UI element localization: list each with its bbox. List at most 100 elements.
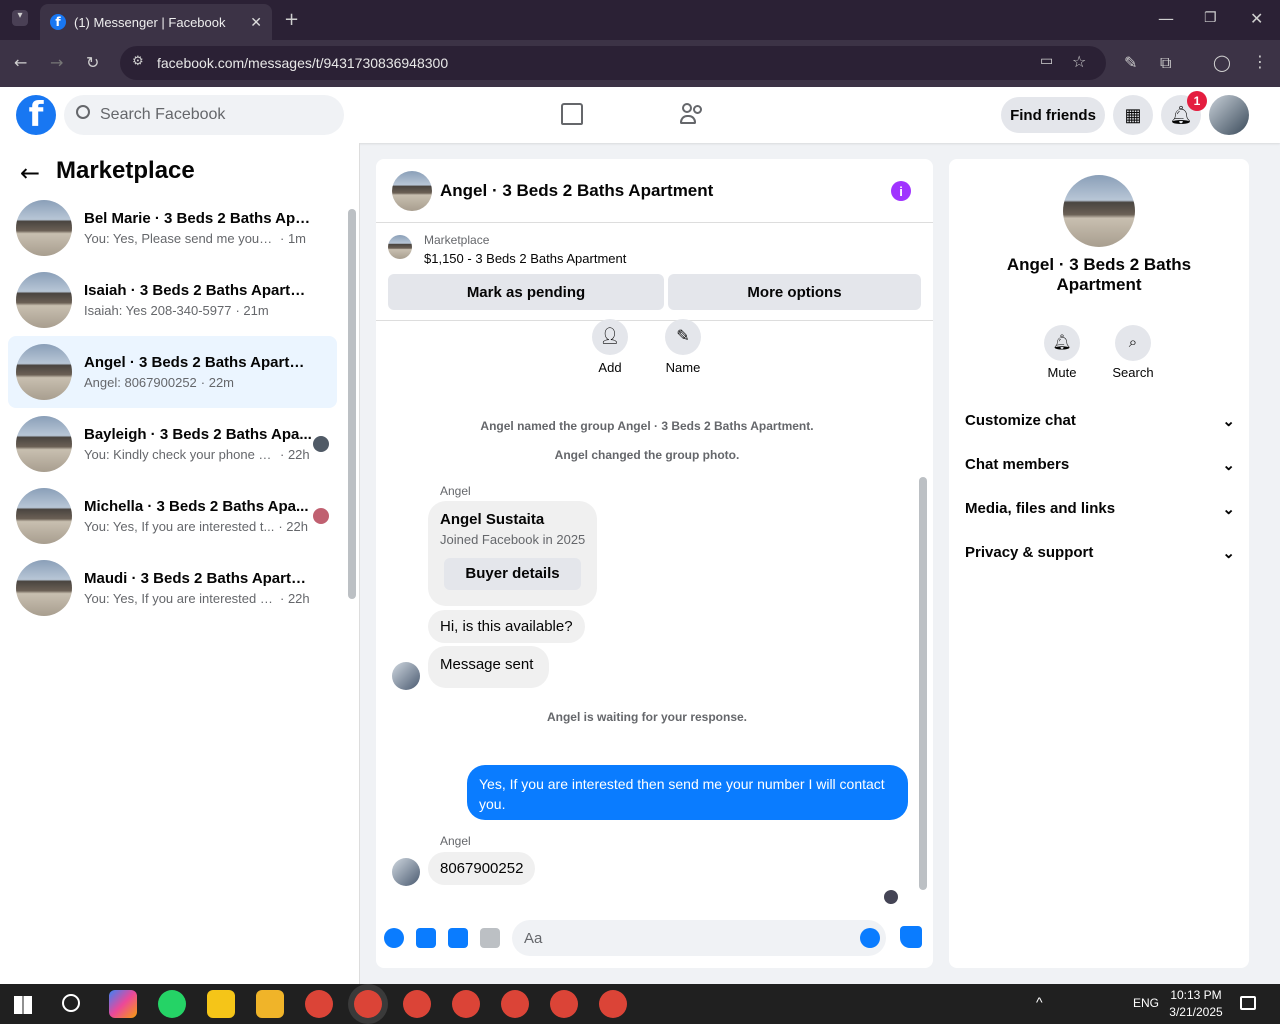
tray-chevron-icon[interactable]: ^ bbox=[1036, 994, 1043, 1010]
privacy-support-section[interactable]: Privacy & support ⌄ bbox=[965, 544, 1235, 562]
chrome-icon[interactable] bbox=[305, 990, 333, 1018]
chat-info-panel: Angel · 3 Beds 2 Baths Apartment 🔔︎ Mute… bbox=[949, 159, 1249, 968]
new-tab-icon[interactable]: + bbox=[284, 9, 299, 30]
sticky-notes-icon[interactable] bbox=[207, 990, 235, 1018]
composer: Aa bbox=[376, 918, 933, 968]
find-friends-button[interactable]: Find friends bbox=[1001, 97, 1105, 133]
pen-icon[interactable]: ✎ bbox=[1124, 53, 1137, 72]
conversation-item[interactable]: Michella · 3 Beds 2 Baths Apa... You: Ye… bbox=[8, 480, 337, 552]
listing-title[interactable]: $1,150 - 3 Beds 2 Baths Apartment bbox=[424, 251, 626, 266]
conversation-name: Michella · 3 Beds 2 Baths Apa... bbox=[84, 498, 309, 515]
emoji-icon[interactable] bbox=[860, 928, 880, 948]
info-title: Angel · 3 Beds 2 Baths Apartment bbox=[1006, 255, 1192, 294]
chrome-icon[interactable] bbox=[354, 990, 382, 1018]
conversation-item[interactable]: Maudi · 3 Beds 2 Baths Apartment You: Ye… bbox=[8, 552, 337, 624]
tab-title: (1) Messenger | Facebook bbox=[74, 14, 226, 30]
notification-badge: 1 bbox=[1187, 91, 1207, 111]
url-text: facebook.com/messages/t/9431730836948300 bbox=[157, 55, 449, 71]
buyer-details-button[interactable]: Buyer details bbox=[444, 558, 581, 590]
chat-members-section[interactable]: Chat members ⌄ bbox=[965, 456, 1235, 474]
window-close-icon[interactable]: ✕ bbox=[1250, 9, 1263, 28]
buyer-name: Angel Sustaita bbox=[440, 511, 545, 528]
account-avatar[interactable] bbox=[1209, 95, 1249, 135]
listing-thumbnail bbox=[16, 272, 72, 328]
site-info-icon[interactable]: ⚙ bbox=[132, 54, 144, 69]
listing-thumbnail bbox=[16, 344, 72, 400]
chrome-icon[interactable] bbox=[501, 990, 529, 1018]
rename-button[interactable]: ✎ bbox=[665, 319, 701, 355]
notification-center-icon[interactable] bbox=[1240, 996, 1256, 1010]
my-message-bubble[interactable]: Yes, If you are interested then send me … bbox=[467, 765, 908, 820]
install-icon[interactable]: ▭ bbox=[1040, 53, 1053, 69]
taskbar-search-icon[interactable] bbox=[62, 994, 80, 1012]
message-bubble[interactable]: 8067900252 bbox=[428, 852, 536, 885]
conversation-name: Isaiah · 3 Beds 2 Baths Apartment bbox=[84, 282, 314, 299]
search-input[interactable]: Search Facebook bbox=[64, 95, 344, 135]
listing-thumbnail bbox=[16, 416, 72, 472]
chrome-icon[interactable] bbox=[599, 990, 627, 1018]
listing-thumbnail bbox=[16, 488, 72, 544]
message-input[interactable]: Aa bbox=[512, 920, 886, 956]
url-field[interactable]: ⚙ facebook.com/messages/t/94317308369483… bbox=[120, 46, 1106, 80]
gif-icon[interactable] bbox=[480, 928, 500, 948]
conversation-preview: You: Yes, If you are interested then... bbox=[84, 591, 276, 606]
plus-icon[interactable] bbox=[384, 928, 404, 948]
reload-icon[interactable]: ↻ bbox=[86, 53, 99, 72]
conversation-item[interactable]: Isaiah · 3 Beds 2 Baths Apartment Isaiah… bbox=[8, 264, 337, 336]
conversation-time: · 22h bbox=[280, 447, 310, 462]
tab-list-icon[interactable]: ▾ bbox=[12, 10, 28, 26]
mute-button[interactable]: 🔔︎ bbox=[1044, 325, 1080, 361]
media-files-links-section[interactable]: Media, files and links ⌄ bbox=[965, 500, 1235, 518]
message-bubble[interactable]: Hi, is this available? bbox=[428, 610, 585, 643]
friends-icon[interactable] bbox=[680, 103, 704, 125]
chevron-down-icon: ⌄ bbox=[1222, 501, 1235, 518]
home-icon[interactable] bbox=[561, 103, 583, 125]
facebook-favicon-icon: f bbox=[50, 14, 66, 30]
profile-icon[interactable]: ◯ bbox=[1213, 53, 1231, 72]
seen-receipt-avatar bbox=[884, 890, 898, 904]
mark-as-pending-button[interactable]: Mark as pending bbox=[388, 274, 664, 310]
seen-avatar bbox=[313, 508, 329, 524]
conversation-sidebar: ← Marketplace Bel Marie · 3 Beds 2 Baths… bbox=[0, 143, 360, 984]
customize-chat-section[interactable]: Customize chat ⌄ bbox=[965, 412, 1235, 430]
search-chat-button[interactable]: ⌕ bbox=[1115, 325, 1151, 361]
minimize-icon[interactable]: — bbox=[1158, 9, 1174, 28]
windows-start-icon[interactable] bbox=[14, 996, 32, 1014]
chrome-icon[interactable] bbox=[452, 990, 480, 1018]
add-member-button[interactable]: 👤︎ bbox=[592, 319, 628, 355]
clock-time[interactable]: 10:13 PM bbox=[1168, 988, 1224, 1002]
sidebar-scrollbar[interactable] bbox=[348, 209, 356, 599]
photo-icon[interactable] bbox=[416, 928, 436, 948]
menu-icon[interactable]: ⋮ bbox=[1252, 52, 1268, 71]
conversation-item[interactable]: Bel Marie · 3 Beds 2 Baths Apart... You:… bbox=[8, 192, 337, 264]
back-icon[interactable]: ← bbox=[14, 53, 27, 72]
forward-icon[interactable]: → bbox=[50, 53, 63, 72]
info-icon[interactable]: i bbox=[891, 181, 911, 201]
conversation-item[interactable]: Bayleigh · 3 Beds 2 Baths Apa... You: Ki… bbox=[8, 408, 337, 480]
extensions-icon[interactable]: ⧉ bbox=[1160, 53, 1171, 73]
thumbs-up-icon[interactable] bbox=[900, 926, 922, 948]
file-explorer-icon[interactable] bbox=[256, 990, 284, 1018]
chevron-down-icon: ⌄ bbox=[1222, 545, 1235, 562]
copilot-icon[interactable] bbox=[109, 990, 137, 1018]
conversation-item-active[interactable]: Angel · 3 Beds 2 Baths Apartment Angel: … bbox=[8, 336, 337, 408]
conversation-name: Bel Marie · 3 Beds 2 Baths Apart... bbox=[84, 210, 314, 227]
more-options-button[interactable]: More options bbox=[668, 274, 921, 310]
chat-title[interactable]: Angel · 3 Beds 2 Baths Apartment bbox=[440, 181, 713, 201]
menu-grid-icon[interactable]: ▦ bbox=[1113, 95, 1153, 135]
chrome-icon[interactable] bbox=[550, 990, 578, 1018]
language-indicator[interactable]: ENG bbox=[1133, 996, 1159, 1010]
bookmark-star-icon[interactable]: ☆ bbox=[1072, 52, 1086, 71]
facebook-logo-icon[interactable]: f bbox=[16, 95, 56, 135]
chat-scrollbar[interactable] bbox=[919, 477, 927, 890]
restore-icon[interactable]: ❐ bbox=[1204, 10, 1217, 26]
chrome-icon[interactable] bbox=[403, 990, 431, 1018]
whatsapp-icon[interactable] bbox=[158, 990, 186, 1018]
back-arrow-icon[interactable]: ← bbox=[20, 159, 40, 187]
sticker-icon[interactable] bbox=[448, 928, 468, 948]
message-placeholder: Aa bbox=[524, 929, 543, 947]
message-bubble[interactable]: Message sent bbox=[428, 646, 550, 688]
tab-close-icon[interactable]: ✕ bbox=[250, 14, 262, 31]
clock-date[interactable]: 3/21/2025 bbox=[1164, 1005, 1228, 1019]
browser-tab[interactable]: f (1) Messenger | Facebook ✕ bbox=[40, 4, 272, 40]
